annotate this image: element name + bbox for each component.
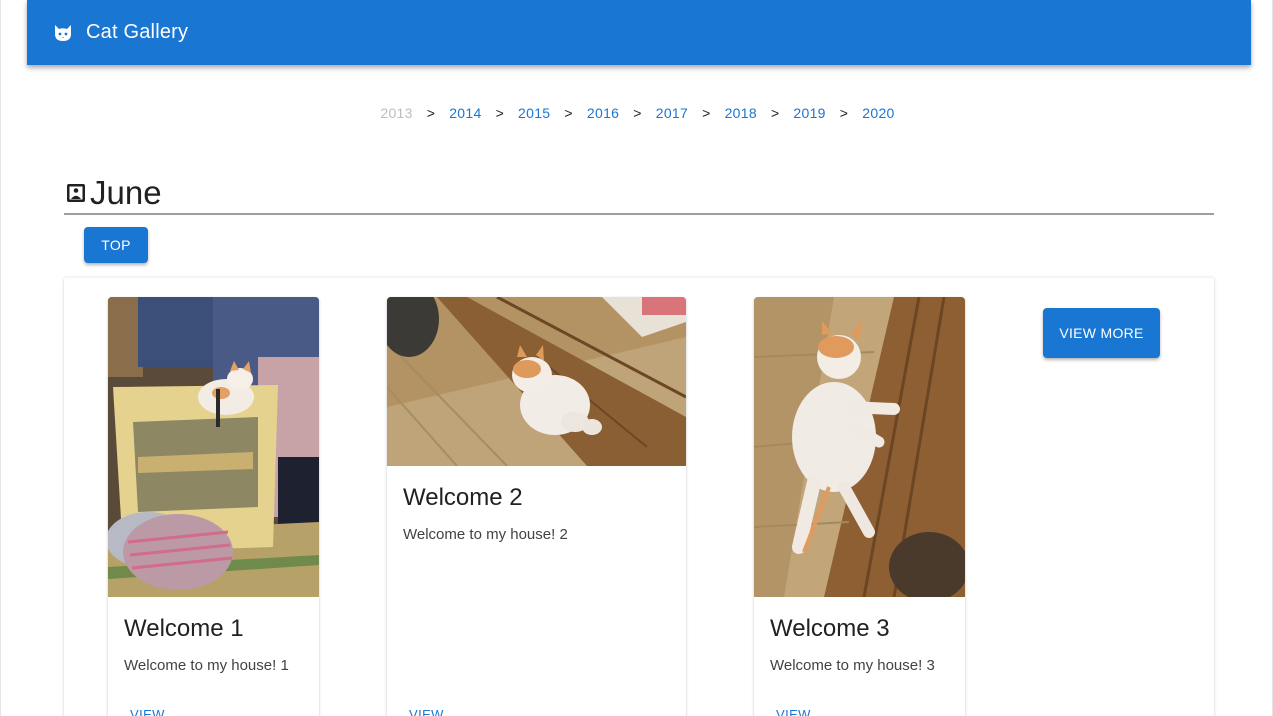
app-title: Cat Gallery — [86, 21, 189, 43]
card-text: Welcome to my house! 2 — [403, 526, 568, 543]
top-button[interactable]: TOP — [84, 227, 148, 263]
month-title: June — [90, 173, 162, 211]
year-separator: > — [702, 105, 711, 121]
year-link-2016[interactable]: 2016 — [587, 105, 619, 121]
view-link[interactable]: VIEW — [776, 707, 811, 716]
cat-icon — [52, 22, 74, 44]
month-heading: June — [64, 172, 1214, 215]
year-separator: > — [564, 105, 573, 121]
kitten-on-tatami-photo[interactable] — [387, 297, 686, 466]
year-separator: > — [770, 105, 780, 121]
year-link-2019[interactable]: 2019 — [793, 105, 825, 121]
year-link-2020[interactable]: 2020 — [862, 105, 894, 121]
kitten-on-floor-photo[interactable] — [754, 297, 965, 597]
image-icon — [66, 183, 86, 203]
year-separator: > — [839, 105, 849, 121]
year-separator: > — [426, 105, 436, 121]
year-navigation: 2013 >2014 >2015 >2016 >2017 >2018 >2019 >2020 — [1, 105, 1272, 121]
view-link[interactable]: VIEW — [409, 707, 444, 716]
card-title: Welcome 3 — [770, 615, 890, 642]
page: Cat Gallery 2013 >2014 >2015 >2016 >2017 >201… — [0, 0, 1273, 716]
photo-card-1: Welcome 1 Welcome to my house! 1 VIEW — [108, 297, 319, 716]
card-title: Welcome 2 — [403, 484, 523, 511]
app-bar: Cat Gallery — [27, 0, 1251, 65]
year-link-2018[interactable]: 2018 — [725, 105, 757, 121]
year-separator: > — [495, 105, 505, 121]
year-link-2013: 2013 — [380, 105, 413, 121]
photo-card-3: Welcome 3 Welcome to my house! 3 VIEW — [754, 297, 965, 716]
kitten-on-bag-photo[interactable] — [108, 297, 319, 597]
card-text: Welcome to my house! 1 — [124, 657, 289, 674]
view-link[interactable]: VIEW — [130, 707, 165, 716]
year-link-2017[interactable]: 2017 — [656, 105, 688, 121]
year-link-2014[interactable]: 2014 — [449, 105, 481, 121]
year-separator: > — [633, 105, 642, 121]
card-title: Welcome 1 — [124, 615, 244, 642]
year-link-2015[interactable]: 2015 — [518, 105, 550, 121]
view-more-button[interactable]: VIEW MORE — [1043, 308, 1160, 358]
photo-card-2: Welcome 2 Welcome to my house! 2 VIEW — [387, 297, 686, 716]
card-text: Welcome to my house! 3 — [770, 657, 935, 674]
